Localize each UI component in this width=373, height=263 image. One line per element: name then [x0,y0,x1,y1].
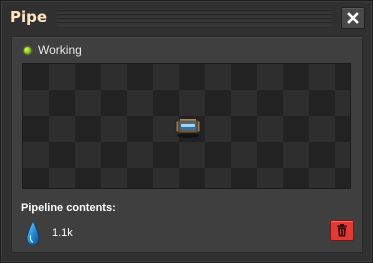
fluid-amount: 1.1k [52,227,73,239]
entity-panel: Working Pipeline contents: 1.1k [11,36,363,253]
pipeline-contents-label: Pipeline contents: [21,202,116,214]
fluid-row: 1.1k [26,219,73,247]
entity-preview[interactable] [22,63,351,189]
pipe-window: Pipe Working Pipeline contents: 1.1k [0,0,373,263]
pipe-icon [175,119,201,138]
trash-icon [337,224,347,237]
status-indicator-icon [24,46,31,54]
flush-fluid-button[interactable] [330,220,354,241]
window-title: Pipe [10,8,48,26]
water-drop-icon[interactable] [26,220,40,246]
close-button[interactable] [341,7,365,29]
titlebar[interactable]: Pipe [1,1,372,34]
status-text: Working [38,43,82,57]
status-row: Working [24,43,82,57]
drag-handle[interactable] [57,9,333,26]
close-icon [347,12,359,24]
